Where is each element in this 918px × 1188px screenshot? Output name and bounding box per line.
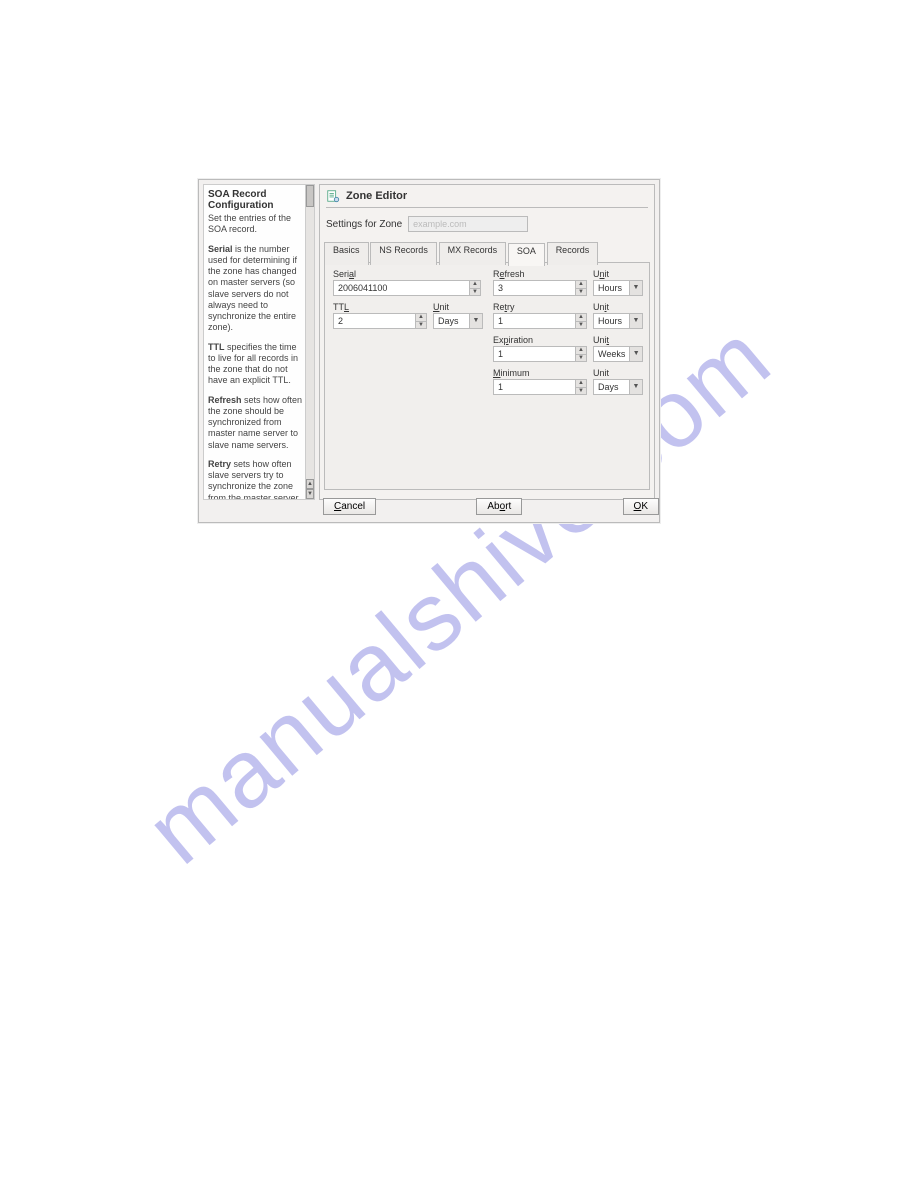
help-para: TTL specifies the time to live for all r… (208, 342, 304, 387)
retry-label: Retry (493, 302, 587, 312)
spinner-down-icon[interactable]: ▼ (576, 355, 586, 362)
dialog-window: SOA Record Configuration Set the entries… (198, 179, 660, 523)
tab-basics[interactable]: Basics (324, 242, 369, 265)
title-separator (326, 207, 648, 208)
spinner-down-icon[interactable]: ▼ (470, 289, 480, 296)
ttl-unit-label: Unit (433, 302, 481, 312)
refresh-input[interactable]: 3 ▲▼ (493, 280, 587, 296)
help-title: SOA Record Configuration (208, 189, 304, 211)
spinner-up-icon[interactable]: ▲ (576, 281, 586, 289)
serial-label: Serial (333, 269, 481, 279)
spinner-up-icon[interactable]: ▲ (576, 380, 586, 388)
spinner-down-icon[interactable]: ▼ (416, 322, 426, 329)
scrollbar-thumb[interactable] (306, 185, 314, 207)
tab-body: Serial 2006041100 ▲▼ TTL 2 (324, 262, 650, 490)
zone-editor-pane: Zone Editor Settings for Zone example.co… (319, 184, 655, 500)
expiration-input[interactable]: 1 ▲▼ (493, 346, 587, 362)
retry-input[interactable]: 1 ▲▼ (493, 313, 587, 329)
ttl-unit-select[interactable]: Days▼ (433, 313, 483, 329)
spinner-up-icon[interactable]: ▲ (416, 314, 426, 322)
zone-name-field: example.com (408, 216, 528, 232)
scrollbar-track[interactable]: ▲ ▼ (305, 185, 314, 499)
refresh-label: Refresh (493, 269, 587, 279)
tab-soa[interactable]: SOA (508, 243, 545, 266)
spinner-down-icon[interactable]: ▼ (576, 289, 586, 296)
chevron-down-icon: ▼ (629, 314, 642, 328)
cancel-button[interactable]: Cancel (323, 498, 376, 515)
tab-mx-records[interactable]: MX Records (439, 242, 507, 265)
chevron-down-icon: ▼ (629, 380, 642, 394)
retry-unit-select[interactable]: Hours▼ (593, 313, 643, 329)
ok-button[interactable]: OK (623, 498, 659, 515)
page-title: Zone Editor (346, 190, 407, 202)
scroll-up-icon[interactable]: ▲ (306, 479, 314, 489)
ttl-label: TTL (333, 302, 427, 312)
minimum-unit-label: Unit (593, 368, 641, 378)
help-para: Serial is the number used for determinin… (208, 244, 304, 334)
help-para: Retry sets how often slave servers try t… (208, 459, 304, 500)
retry-unit-label: Unit (593, 302, 641, 312)
scroll-down-icon[interactable]: ▼ (306, 489, 314, 499)
spinner-up-icon[interactable]: ▲ (576, 347, 586, 355)
help-para: Refresh sets how often the zone should b… (208, 395, 304, 451)
spinner-up-icon[interactable]: ▲ (470, 281, 480, 289)
minimum-label: Minimum (493, 368, 587, 378)
spinner-down-icon[interactable]: ▼ (576, 322, 586, 329)
spinner-up-icon[interactable]: ▲ (576, 314, 586, 322)
chevron-down-icon: ▼ (469, 314, 482, 328)
help-intro: Set the entries of the SOA record. (208, 213, 304, 236)
zone-label: Settings for Zone (326, 219, 402, 230)
spinner-down-icon[interactable]: ▼ (576, 388, 586, 395)
expiration-unit-select[interactable]: Weeks▼ (593, 346, 643, 362)
ttl-input[interactable]: 2 ▲▼ (333, 313, 427, 329)
refresh-unit-select[interactable]: Hours▼ (593, 280, 643, 296)
chevron-down-icon: ▼ (629, 281, 642, 295)
expiration-unit-label: Unit (593, 335, 641, 345)
minimum-input[interactable]: 1 ▲▼ (493, 379, 587, 395)
zone-editor-icon (326, 189, 340, 203)
serial-input[interactable]: 2006041100 ▲▼ (333, 280, 481, 296)
tab-ns-records[interactable]: NS Records (370, 242, 437, 265)
chevron-down-icon: ▼ (629, 347, 642, 361)
help-pane: SOA Record Configuration Set the entries… (203, 184, 315, 500)
refresh-unit-label: Unit (593, 269, 641, 279)
tab-bar: Basics NS Records MX Records SOA Records (320, 242, 654, 262)
minimum-unit-select[interactable]: Days▼ (593, 379, 643, 395)
expiration-label: Expiration (493, 335, 587, 345)
abort-button[interactable]: Abort (476, 498, 522, 515)
tab-records[interactable]: Records (547, 242, 599, 265)
